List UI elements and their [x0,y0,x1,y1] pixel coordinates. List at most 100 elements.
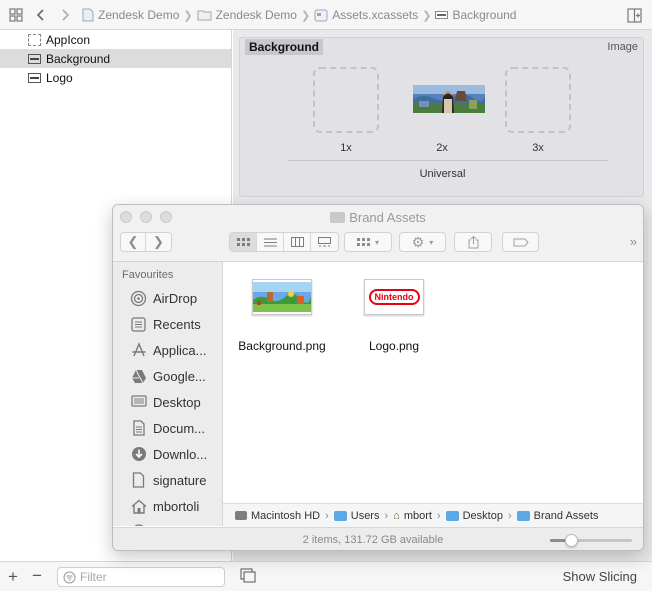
sidebar-item-downloads[interactable]: Downlo... [130,444,207,464]
share-button[interactable] [454,232,492,252]
path-separator-icon: › [436,509,441,522]
back-chevron-icon[interactable] [32,6,50,24]
toolbar-overflow-icon[interactable]: » [630,234,637,249]
gear-icon: ⚙ [411,233,425,250]
folder-icon [445,510,459,521]
nintendo-logo: Nintendo [368,289,420,305]
path-item-macintosh-hd[interactable]: Macintosh HD [235,510,320,522]
slot-2x-image[interactable] [413,85,485,113]
documents-icon [130,420,147,437]
appicon-icon [28,33,41,46]
applications-icon [130,342,147,359]
slicing-toggle-icon[interactable] [240,568,257,584]
partially-hidden-item-icon [130,522,147,526]
forward-chevron-icon[interactable] [56,6,74,24]
bottom-bar: + − Filter Show Slicing [0,561,652,591]
path-separator-icon: › [507,509,512,522]
path-item-users[interactable]: Users [333,510,379,522]
breadcrumb-separator-icon: ❯ [183,9,193,22]
path-item-desktop[interactable]: Desktop [445,510,503,522]
breadcrumb-group[interactable]: Zendesk Demo [197,8,297,22]
home-icon [130,498,147,515]
slot-1x[interactable] [313,67,379,133]
image-set-panel: Background Image 1x 2x 3x Universal [239,37,644,197]
file-name: Background.png [238,339,326,353]
column-view-icon [290,237,304,247]
share-icon [468,235,478,248]
background-preview-image [413,85,485,113]
file-item-background[interactable]: Background.png [232,279,332,353]
tag-button[interactable] [502,232,539,252]
asset-item-appicon[interactable]: AppIcon [0,30,231,49]
sidebar-item-home[interactable]: mbortoli [130,496,199,516]
list-view-icon [263,238,277,246]
desktop-icon [130,394,147,411]
sidebar-item-signature[interactable]: signature [130,470,206,490]
folder-icon [330,212,346,223]
breadcrumb-separator-icon: ❯ [300,9,311,22]
file-item-logo[interactable]: Nintendo Logo.png [344,279,444,353]
group-by-button[interactable]: ▾ [344,232,392,252]
nav-buttons: ❮ ❯ [120,232,172,252]
image-set-type: Image [607,41,638,53]
tag-icon [513,238,529,246]
image-set-icon [28,53,41,64]
remove-asset-button[interactable]: − [32,566,42,586]
file-name: Logo.png [368,339,420,353]
slot-3x[interactable] [505,67,571,133]
add-editor-icon[interactable] [625,6,643,24]
asset-catalog-icon [314,9,328,21]
hard-disk-icon [235,511,247,520]
filter-field[interactable]: Filter [57,567,225,587]
finder-title: Brand Assets [113,210,643,225]
path-item-home[interactable]: ⌂ mbort [393,510,432,522]
action-button[interactable]: ⚙ ▾ [399,232,446,252]
sidebar-item-partial[interactable] [130,520,153,526]
icon-size-slider[interactable] [550,534,632,547]
show-slicing-button[interactable]: Show Slicing [563,569,637,584]
folder-icon [516,510,530,521]
home-icon: ⌂ [393,509,400,522]
sidebar-item-google-drive[interactable]: Google... [130,366,206,386]
back-button[interactable]: ❮ [121,233,146,251]
universal-label: Universal [419,168,466,180]
breadcrumb-asset-catalog[interactable]: Assets.xcassets [314,8,418,22]
filter-placeholder: Filter [80,570,107,584]
asset-item-logo[interactable]: Logo [0,68,231,87]
sidebar-item-documents[interactable]: Docum... [130,418,205,438]
add-asset-button[interactable]: + [8,567,18,587]
forward-button[interactable]: ❯ [146,233,171,251]
breadcrumb-image-set[interactable]: Background [435,8,516,22]
list-view-button[interactable] [257,233,284,251]
path-separator-icon: › [384,509,389,522]
path-item-brand-assets[interactable]: Brand Assets [516,510,598,522]
breadcrumb-project[interactable]: Zendesk Demo [82,8,179,22]
logo-thumbnail: Nintendo [364,279,424,315]
jump-bar: Zendesk Demo ❯ Zendesk Demo ❯ Assets.xca… [0,0,652,30]
image-set-name[interactable]: Background [245,39,324,55]
slot-label-3x: 3x [532,142,544,154]
sidebar-item-airdrop[interactable]: AirDrop [130,288,197,308]
recents-icon [130,316,147,333]
icon-view-icon [236,237,250,246]
status-bar: 2 items, 131.72 GB available [113,527,643,550]
google-drive-icon [130,368,147,385]
folder-icon [197,10,212,21]
image-set-icon [435,11,449,19]
sidebar-item-desktop[interactable]: Desktop [130,392,201,412]
icon-view-button[interactable] [230,233,257,251]
downloads-icon [130,446,147,463]
slider-knob[interactable] [564,534,578,547]
asset-item-background[interactable]: Background [0,49,231,68]
path-separator-icon: › [325,509,329,522]
column-view-button[interactable] [284,233,311,251]
finder-titlebar[interactable]: Brand Assets ❮ ❯ ▾ ⚙ ▾ » [113,205,643,262]
group-by-icon [356,237,370,246]
sidebar-item-applications[interactable]: Applica... [130,340,206,360]
gallery-view-button[interactable] [311,233,338,251]
sidebar-item-recents[interactable]: Recents [130,314,201,334]
path-bar: Macintosh HD › Users › ⌂ mbort › Desktop … [223,503,643,527]
grid-icon[interactable] [7,6,25,24]
favourites-heading: Favourites [122,269,174,281]
breadcrumb: Zendesk Demo ❯ Zendesk Demo ❯ Assets.xca… [82,8,516,22]
